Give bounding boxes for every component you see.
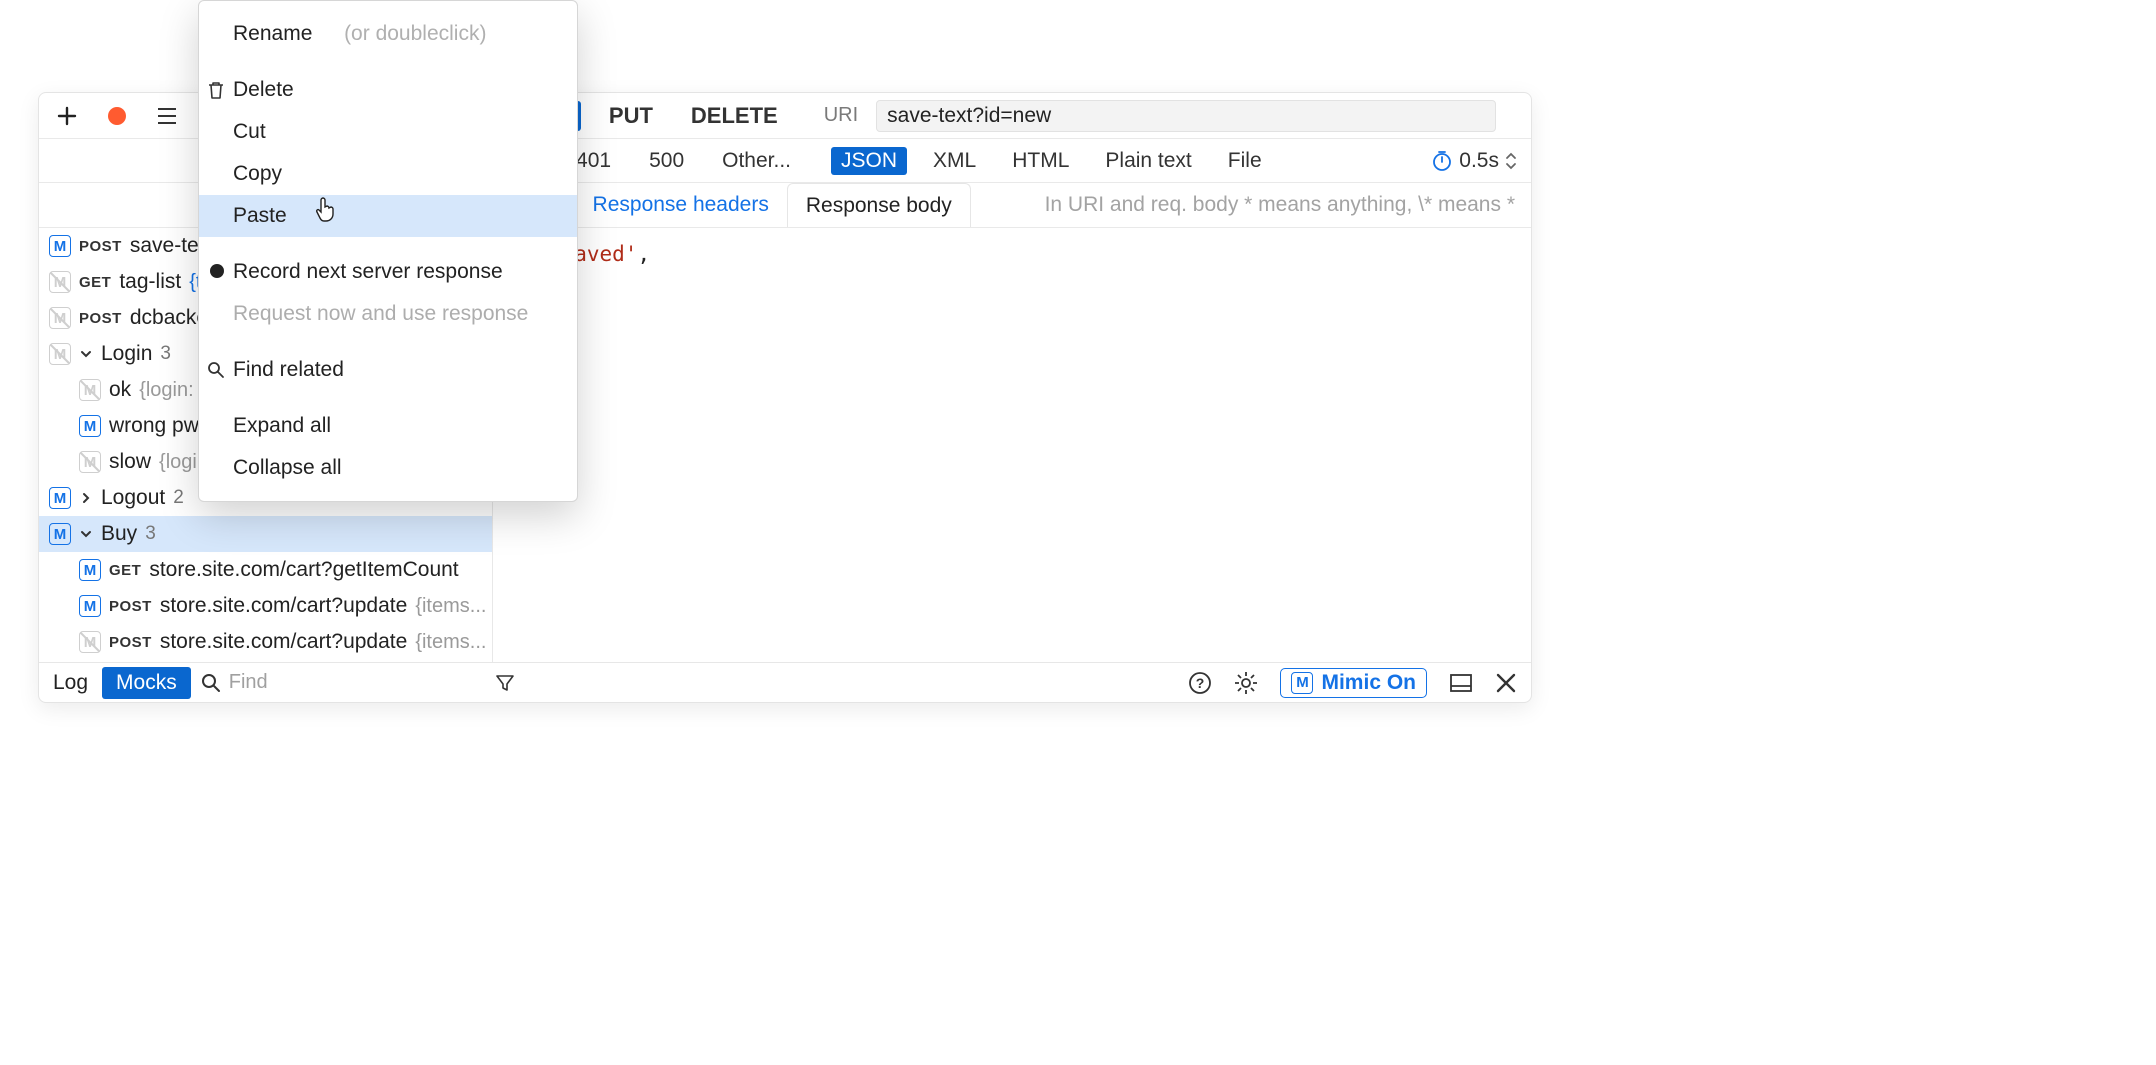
mock-badge-icon: M: [79, 415, 101, 437]
tree-item[interactable]: M POST store.site.com/cart?update {items...: [39, 588, 492, 624]
method-delete[interactable]: DELETE: [681, 101, 788, 131]
status-other[interactable]: Other...: [712, 147, 801, 175]
uri-input[interactable]: [876, 100, 1496, 132]
item-name: Buy: [101, 522, 137, 546]
item-name: wrong pw: [109, 414, 199, 438]
item-name: Login: [101, 342, 152, 366]
http-method-label: POST: [79, 238, 122, 255]
uri-label: URI: [824, 104, 858, 127]
menu-expand-all[interactable]: Expand all: [199, 405, 577, 447]
tree-item[interactable]: M POST store.site.com/cart?update {items...: [39, 624, 492, 660]
list-view-icon[interactable]: [153, 102, 181, 130]
settings-icon[interactable]: [1234, 671, 1258, 695]
delay-value: 0.5s: [1459, 149, 1499, 173]
mock-badge-icon: M: [49, 343, 71, 365]
footer-tab-mocks[interactable]: Mocks: [102, 667, 191, 699]
menu-rename[interactable]: Rename (or doubleclick): [199, 13, 577, 55]
item-name: ok: [109, 378, 131, 402]
mimic-toggle[interactable]: M Mimic On: [1280, 668, 1427, 698]
mock-badge-icon: M: [79, 595, 101, 617]
item-extra: {login:: [139, 379, 194, 402]
minimize-icon[interactable]: [1449, 673, 1473, 693]
item-name: store.site.com/cart?update: [160, 594, 407, 618]
menu-delete[interactable]: Delete: [199, 69, 577, 111]
menu-paste[interactable]: Paste: [199, 195, 577, 237]
format-xml[interactable]: XML: [923, 147, 986, 175]
item-extra: {logi: [159, 451, 197, 474]
context-menu: Rename (or doubleclick) Delete Cut Copy …: [198, 0, 578, 502]
svg-text:?: ?: [1196, 675, 1205, 691]
menu-cut[interactable]: Cut: [199, 111, 577, 153]
item-extra: {items...: [415, 631, 486, 654]
item-name: dcbacke: [130, 306, 208, 330]
uri-hint: In URI and req. body * means anything, \…: [971, 193, 1531, 217]
filter-icon[interactable]: [495, 673, 515, 693]
item-count: 3: [145, 523, 156, 545]
find-input[interactable]: [229, 671, 429, 694]
trash-icon: [207, 80, 227, 100]
item-count: 2: [173, 487, 184, 509]
search-icon: [201, 673, 221, 693]
format-html[interactable]: HTML: [1002, 147, 1079, 175]
menu-request-now: Request now and use response: [199, 293, 577, 335]
item-extra: {items...: [415, 595, 486, 618]
menu-find-related[interactable]: Find related: [199, 349, 577, 391]
find-group: [201, 671, 491, 694]
method-uri-row: POST PUT DELETE URI: [493, 100, 1531, 132]
tab-response-headers[interactable]: Response headers: [575, 183, 787, 227]
mock-badge-icon: M: [79, 559, 101, 581]
mock-badge-icon: M: [49, 307, 71, 329]
stopwatch-icon: [1431, 150, 1453, 172]
mock-badge-icon: M: [79, 631, 101, 653]
http-method-label: GET: [79, 274, 111, 291]
menu-record-next[interactable]: Record next server response: [199, 251, 577, 293]
mock-badge-icon: M: [49, 487, 71, 509]
add-button[interactable]: [53, 102, 81, 130]
close-icon[interactable]: [1495, 672, 1517, 694]
item-name: tag-list: [119, 270, 181, 294]
status-500[interactable]: 500: [639, 147, 694, 175]
record-dot-icon: [207, 260, 227, 284]
http-method-label: POST: [109, 598, 152, 615]
mock-badge-icon: M: [49, 235, 71, 257]
item-count: 3: [160, 343, 171, 365]
chevron-down-icon[interactable]: [79, 348, 93, 360]
item-name: store.site.com/cart?getItemCount: [149, 558, 458, 582]
menu-copy[interactable]: Copy: [199, 153, 577, 195]
item-name: slow: [109, 450, 151, 474]
delay-control[interactable]: 0.5s: [1431, 149, 1517, 173]
mock-badge-icon: M: [79, 451, 101, 473]
format-plain[interactable]: Plain text: [1095, 147, 1201, 175]
http-method-label: GET: [109, 562, 141, 579]
search-icon: [207, 361, 227, 379]
delay-stepper-icon[interactable]: [1505, 151, 1517, 171]
http-method-label: POST: [109, 634, 152, 651]
item-name: Logout: [101, 486, 165, 510]
footer: Log Mocks ? M Mimic On: [39, 662, 1531, 702]
method-put[interactable]: PUT: [599, 101, 663, 131]
response-body-editor[interactable]: s: 'saved', 42: [493, 228, 1531, 662]
format-file[interactable]: File: [1218, 147, 1272, 175]
record-button[interactable]: [103, 102, 131, 130]
format-json[interactable]: JSON: [831, 147, 907, 175]
mock-badge-icon: M: [49, 271, 71, 293]
menu-collapse-all[interactable]: Collapse all: [199, 447, 577, 489]
chevron-down-icon[interactable]: [79, 528, 93, 540]
help-icon[interactable]: ?: [1188, 671, 1212, 695]
mimic-m-icon: M: [1291, 672, 1313, 694]
item-name: store.site.com/cart?update: [160, 630, 407, 654]
footer-tab-log[interactable]: Log: [39, 667, 102, 699]
mock-badge-icon: M: [49, 523, 71, 545]
tree-item[interactable]: M GET store.site.com/cart?getItemCount: [39, 552, 492, 588]
http-method-label: POST: [79, 310, 122, 327]
mock-badge-icon: M: [79, 379, 101, 401]
tree-folder[interactable]: M Buy 3: [39, 516, 492, 552]
tab-response-body[interactable]: Response body: [787, 183, 971, 227]
chevron-right-icon[interactable]: [79, 492, 93, 504]
